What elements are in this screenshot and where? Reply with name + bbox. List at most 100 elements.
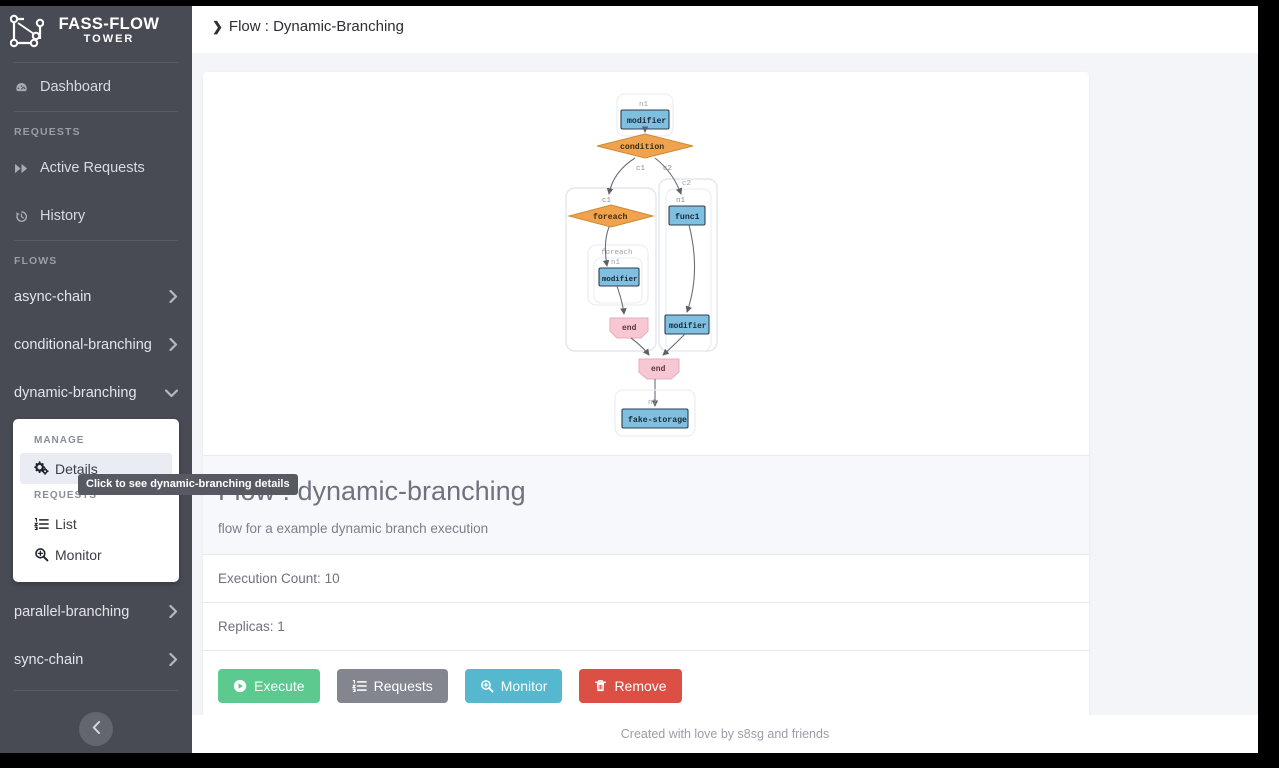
search-plus-icon: [34, 547, 55, 562]
svg-text:c2: c2: [682, 180, 691, 188]
svg-text:n1: n1: [611, 259, 621, 267]
svg-text:fake-storage: fake-storage: [628, 415, 687, 425]
chevron-left-icon: [92, 721, 101, 737]
execute-button-label: Execute: [254, 678, 305, 694]
sidebar-flow-conditional-branching[interactable]: conditional-branching: [0, 321, 192, 369]
tooltip: Click to see dynamic-branching details: [78, 474, 298, 495]
remove-button[interactable]: Remove: [579, 669, 682, 703]
svg-text:c2: c2: [663, 165, 672, 173]
sidebar-brand[interactable]: FASS-FLOW TOWER: [0, 0, 192, 62]
svg-text:modifier: modifier: [627, 116, 666, 126]
requests-button[interactable]: Requests: [336, 669, 448, 703]
chevron-right-icon: [169, 604, 178, 620]
monitor-button[interactable]: Monitor: [464, 669, 563, 703]
flow-diagram[interactable]: c2 foreach n1 modifier condition c1 c2 c…: [203, 72, 1089, 455]
sidebar-collapse-wrap: [0, 712, 192, 746]
svg-text:c1: c1: [636, 165, 646, 173]
breadcrumb[interactable]: ❯ Flow : Dynamic-Branching: [212, 18, 404, 35]
list-ol-icon: [351, 679, 367, 693]
gears-icon: [34, 461, 55, 476]
sidebar-section-flows: FLOWS: [14, 255, 58, 267]
sidebar-item-dashboard[interactable]: Dashboard: [0, 63, 192, 111]
svg-text:n1: n1: [676, 197, 686, 205]
play-circle-icon: [233, 679, 247, 693]
svg-text:modifier: modifier: [602, 276, 637, 284]
svg-text:modifier: modifier: [669, 323, 707, 331]
main-content: c2 foreach n1 modifier condition c1 c2 c…: [192, 53, 1258, 715]
execute-button[interactable]: Execute: [218, 669, 320, 703]
svg-text:func1: func1: [675, 212, 700, 222]
svg-text:c1: c1: [602, 197, 612, 205]
tachometer-icon: [14, 80, 36, 95]
sidebar-flow-sync-chain-label: sync-chain: [14, 652, 84, 668]
submenu-section-manage: MANAGE: [34, 435, 85, 446]
svg-text:n1: n1: [639, 101, 649, 109]
chevron-down-icon: [164, 387, 179, 400]
replicas-row: Replicas: 1: [203, 602, 1089, 650]
search-plus-icon: [480, 679, 494, 693]
breadcrumb-caret-icon: ❯: [212, 18, 223, 34]
svg-text:end: end: [651, 365, 666, 374]
window-bottom-bezel: [0, 753, 1279, 768]
flow-detail-card: c2 foreach n1 modifier condition c1 c2 c…: [203, 72, 1089, 715]
graph-node-end-main: end: [638, 358, 680, 380]
sidebar-flow-async-chain-label: async-chain: [14, 289, 92, 305]
brand-subtitle: TOWER: [83, 33, 135, 46]
execution-count-row: Execution Count: 10: [203, 554, 1089, 602]
sidebar-section-requests: REQUESTS: [14, 126, 81, 138]
chevron-right-icon: [169, 289, 178, 305]
sidebar: FASS-FLOW TOWER Dashboard REQUESTS Activ…: [0, 0, 192, 768]
app-window: FASS-FLOW TOWER Dashboard REQUESTS Activ…: [0, 0, 1279, 768]
sidebar-flow-conditional-branching-label: conditional-branching: [14, 337, 152, 353]
sidebar-flow-parallel-branching[interactable]: parallel-branching: [0, 588, 192, 636]
page-title: Flow : dynamic-branching: [218, 476, 526, 506]
list-ol-icon: [34, 517, 55, 531]
breadcrumb-label: Flow : Dynamic-Branching: [228, 18, 404, 35]
sidebar-flow-submenu: MANAGE Details REQUESTS List Monitor: [13, 419, 179, 582]
action-button-row: Execute Requests Monitor Remove: [203, 650, 1089, 715]
chevron-right-icon: [169, 337, 178, 353]
sidebar-item-history[interactable]: History: [0, 192, 192, 240]
sidebar-flow-parallel-branching-label: parallel-branching: [14, 604, 130, 620]
sidebar-item-active-requests-label: Active Requests: [40, 160, 145, 176]
sidebar-item-history-label: History: [40, 208, 86, 224]
requests-button-label: Requests: [373, 678, 433, 694]
brand-text: FASS-FLOW TOWER: [44, 15, 180, 46]
sidebar-flow-dynamic-branching[interactable]: dynamic-branching: [0, 369, 192, 417]
divider: [14, 690, 178, 691]
chevron-right-icon: [169, 652, 178, 668]
graph-node-func1: func1: [668, 205, 706, 226]
footer: Created with love by s8sg and friends: [192, 715, 1258, 753]
sidebar-flow-sync-chain[interactable]: sync-chain: [0, 636, 192, 684]
sidebar-flow-async-chain[interactable]: async-chain: [0, 273, 192, 321]
submenu-item-monitor-label: Monitor: [55, 546, 102, 563]
submenu-item-monitor[interactable]: Monitor: [20, 539, 172, 570]
flow-header: Flow : dynamic-branching flow for a exam…: [203, 455, 1089, 554]
graph-node-condition: condition: [596, 133, 694, 159]
brand-title: FASS-FLOW: [58, 15, 160, 34]
sidebar-collapse-button[interactable]: [79, 712, 113, 746]
svg-text:end: end: [622, 324, 637, 333]
footer-text: Created with love by s8sg and friends: [620, 727, 830, 741]
svg-text:n2: n2: [648, 399, 657, 407]
graph-node-end-c1: end: [609, 317, 649, 339]
graph-node-foreach: foreach: [567, 204, 655, 228]
flow-description: flow for a example dynamic branch execut…: [218, 521, 489, 536]
svg-text:foreach: foreach: [593, 212, 627, 222]
sidebar-flow-dynamic-branching-label: dynamic-branching: [14, 385, 137, 401]
sidebar-item-dashboard-label: Dashboard: [40, 79, 111, 95]
remove-button-label: Remove: [614, 678, 667, 694]
history-clock-icon: [14, 209, 36, 224]
svg-text:condition: condition: [620, 142, 664, 152]
sidebar-item-active-requests[interactable]: Active Requests: [0, 144, 192, 192]
window-top-bezel: [0, 0, 1279, 6]
monitor-button-label: Monitor: [500, 678, 548, 694]
flow-graph-logo-icon: [9, 14, 45, 48]
submenu-item-list[interactable]: List: [20, 508, 172, 539]
topbar: ❯ Flow : Dynamic-Branching: [192, 0, 1258, 53]
forward-arrows-icon: [14, 162, 36, 175]
submenu-item-list-label: List: [55, 515, 77, 532]
graph-node-modifier-c2: modifier: [664, 314, 710, 335]
trash-icon: [594, 679, 607, 693]
graph-node-n1-inner: modifier: [598, 267, 640, 287]
